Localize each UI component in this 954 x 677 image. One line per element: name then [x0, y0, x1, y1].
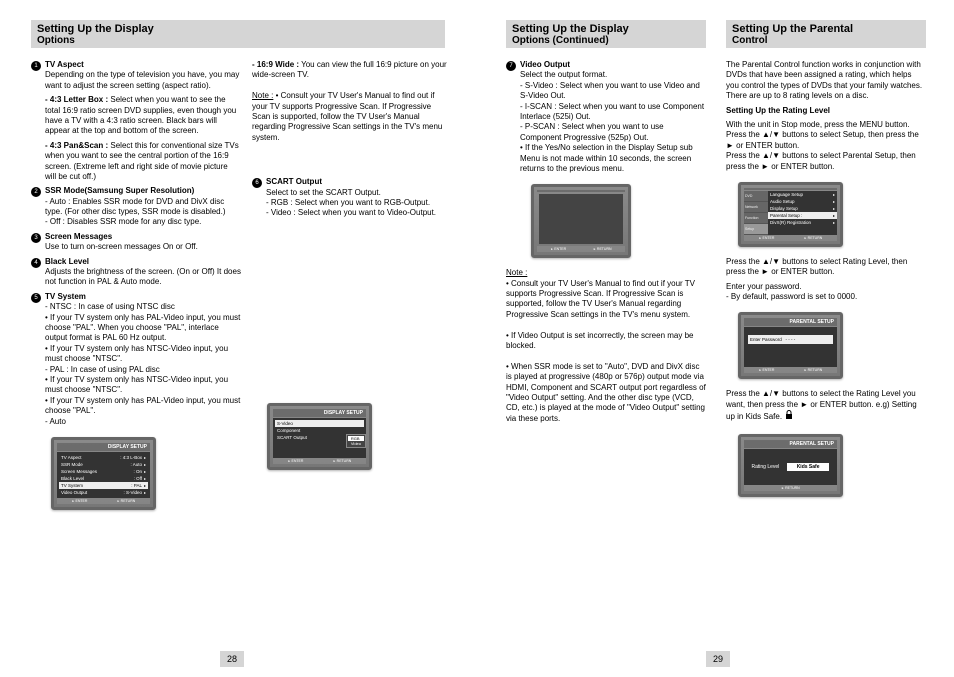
step-text-1: TV Aspect Depending on the type of telev… [45, 60, 241, 91]
menu-row: Parental Setup :▸ [768, 212, 837, 219]
parental-intro: The Parental Control function works in c… [726, 60, 926, 102]
step-1: 1 TV Aspect Depending on the type of tel… [31, 60, 241, 91]
step-num-4: 4 [31, 258, 41, 268]
menu-title: PARENTAL SETUP [744, 318, 837, 326]
menu-row: Language Setup▸ [768, 191, 837, 198]
sidebar-item: DVD [744, 191, 768, 202]
header-line2: Control [732, 35, 920, 46]
blank-screen [539, 194, 623, 244]
menu-row: Display Setup▸ [768, 205, 837, 212]
menu-row: S-Video [275, 420, 364, 427]
rating-menu: PARENTAL SETUP Rating Level Kids Safe RE… [738, 434, 843, 497]
menu-row: Screen Messages: On▸ [59, 468, 148, 475]
menu-row: SSR Mode: Auto▸ [59, 461, 148, 468]
step-3: 3 Screen Messages Use to turn on-screen … [31, 232, 241, 253]
step-text-5: TV System - NTSC : In case of using NTSC… [45, 292, 241, 427]
note-block: Note : • Consult your TV User's Manual t… [506, 268, 706, 424]
step-num-6: 6 [252, 178, 262, 188]
menu-row: Video Output: S-Video▸ [59, 489, 148, 496]
menu-title [744, 188, 837, 190]
menu-footer: ENTER RETURN [744, 235, 837, 241]
step-5: 5 TV System - NTSC : In case of using NT… [31, 292, 241, 427]
scart-menu: DISPLAY SETUP S-VideoComponentSCART Outp… [267, 403, 372, 470]
step-2: 2 SSR Mode(Samsung Super Resolution) - A… [31, 186, 241, 228]
sidebar-item: Function [744, 213, 768, 224]
parental-s6: Press the ▲/▼ buttons to select the Rati… [726, 389, 926, 423]
display-cont-header: Setting Up the Display Options (Continue… [506, 20, 706, 48]
step-6: 6 SCART Output Select to set the SCART O… [252, 177, 447, 219]
setup-main: Language Setup▸Audio Setup▸Display Setup… [768, 191, 837, 235]
menu-row: Component [275, 427, 364, 434]
menu-row: DivX(R) Registration▸ [768, 219, 837, 226]
step-text-2: SSR Mode(Samsung Super Resolution) - Aut… [45, 186, 241, 228]
step-num-5: 5 [31, 293, 41, 303]
menu-title: DISPLAY SETUP [273, 409, 366, 417]
scart-submenu: RGB Video [346, 434, 366, 448]
header-line1: Setting Up the Display [512, 23, 700, 35]
menu-footer: RETURN [744, 485, 837, 491]
sidebar-item: Setup [744, 224, 768, 235]
menu-row: Audio Setup▸ [768, 198, 837, 205]
step-num-3: 3 [31, 233, 41, 243]
step-num-7: 7 [506, 61, 516, 71]
menu-footer: ENTER RETURN [744, 367, 837, 373]
menu-title: PARENTAL SETUP [744, 440, 837, 448]
parental-lock-title: Setting Up the Rating Level [726, 106, 926, 116]
header-line2: Options (Continued) [512, 35, 700, 46]
password-menu: PARENTAL SETUP Enter Password - - - - EN… [738, 312, 843, 379]
pscan-item: - 4:3 Pan&Scan : Select this for convent… [31, 141, 241, 183]
header-line1: Setting Up the Parental [732, 23, 920, 35]
display-setup-menu: DISPLAY SETUP TV Aspect: 4:3 L-Box▸SSR M… [51, 437, 156, 510]
page-number-left: 28 [220, 651, 244, 667]
step-text-7: Video Output Select the output format. -… [520, 60, 706, 174]
parental-s4: Press the ▲/▼ buttons to select Rating L… [726, 257, 926, 278]
setup-menu: DVDNetworkFunctionSetup Language Setup▸A… [738, 182, 843, 247]
menu-title [537, 190, 625, 192]
menu-footer: ENTER RETURN [273, 458, 366, 464]
menu-footer: ENTER RETURN [537, 246, 625, 252]
video-out-menu: ENTER RETURN [531, 184, 631, 258]
wide-item: - 16:9 Wide : You can view the full 16:9… [252, 60, 447, 143]
page-number-right: 29 [706, 651, 730, 667]
menu-row: Black Level: Off▸ [59, 475, 148, 482]
parental-header: Setting Up the Parental Control [726, 20, 926, 48]
parental-s5: Enter your password. - By default, passw… [726, 282, 926, 303]
menu-row: TV Aspect: 4:3 L-Box▸ [59, 454, 148, 461]
lock-icon [784, 410, 794, 423]
menu-title: DISPLAY SETUP [57, 443, 150, 451]
step-text-6: SCART Output Select to set the SCART Out… [266, 177, 436, 219]
step-4: 4 Black Level Adjusts the brightness of … [31, 257, 241, 288]
step-num-2: 2 [31, 187, 41, 197]
step-num-1: 1 [31, 61, 41, 71]
lbox-item: - 4:3 Letter Box : Select when you want … [31, 95, 241, 137]
parental-steps: With the unit in Stop mode, press the ME… [726, 120, 926, 172]
sidebar-item: Network [744, 202, 768, 213]
menu-row: TV System: PAL▸ [59, 482, 148, 489]
step-text-3: Screen Messages Use to turn on-screen me… [45, 232, 198, 253]
password-box: Enter Password - - - - [748, 335, 833, 344]
menu-footer: ENTER RETURN [57, 498, 150, 504]
step-text-4: Black Level Adjusts the brightness of th… [45, 257, 241, 288]
rating-row: Rating Level Kids Safe [746, 451, 835, 483]
setup-sidebar: DVDNetworkFunctionSetup [744, 191, 768, 235]
note-label: Note : [252, 91, 273, 100]
step-7: 7 Video Output Select the output format.… [506, 60, 706, 174]
